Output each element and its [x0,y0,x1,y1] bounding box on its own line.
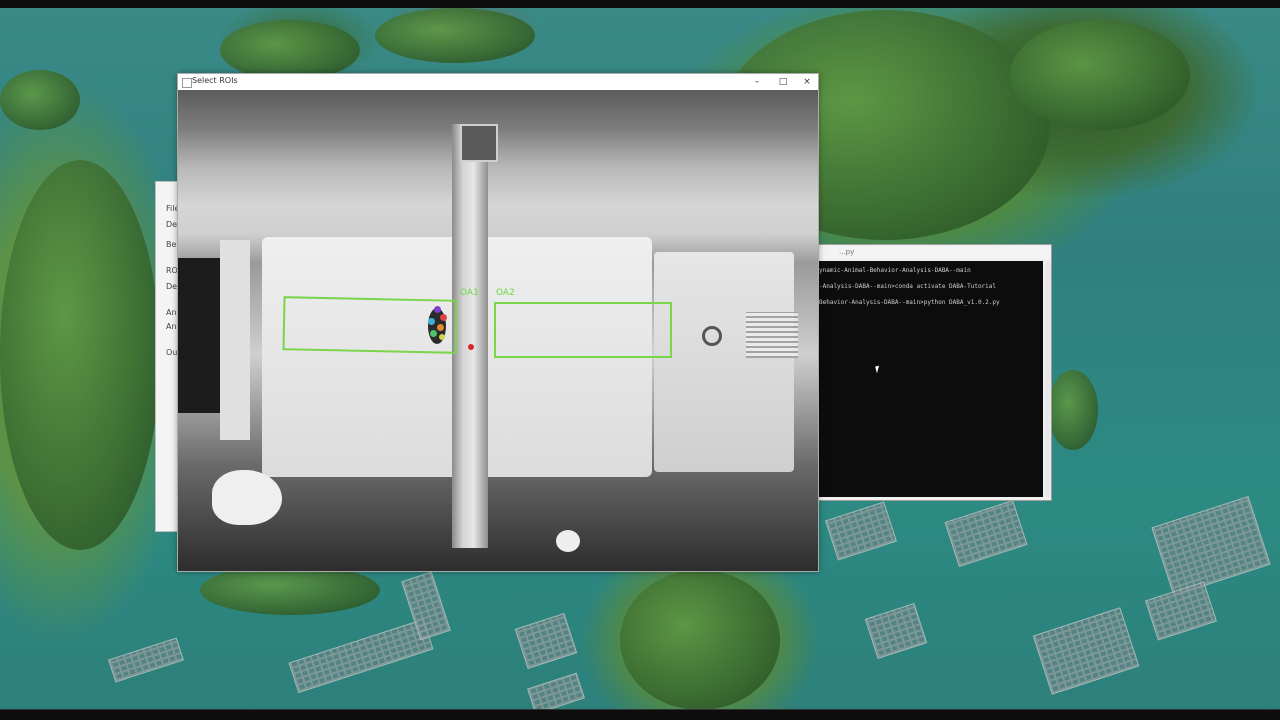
maximize-button[interactable]: □ [770,74,796,90]
terminal-scrollbar[interactable] [1045,261,1051,497]
keypoint-dot [437,324,444,331]
minimize-button[interactable]: – [744,74,770,90]
roi-label-oa2: OA2 [496,288,515,298]
select-rois-window[interactable]: Select ROIs – □ × OA1 OA2 [177,73,819,572]
terminal-window[interactable]: ...py ynamic-Animal-Behavior-Analysis-DA… [808,244,1052,501]
fish-farm [1032,607,1140,695]
wallpaper-island [375,8,535,63]
wallpaper-island [1048,370,1098,450]
fish-farm [944,500,1028,567]
wallpaper-island [1010,20,1190,130]
close-button[interactable]: × [794,74,820,90]
window-title: Select ROIs [192,76,238,85]
terminal-line: ynamic-Animal-Behavior-Analysis-DABA--ma… [819,267,971,274]
tracking-point [468,344,474,350]
fish-farm [1145,581,1217,641]
fish-farm [825,501,897,561]
bg-field[interactable]: De [166,282,177,291]
fish-farm [1151,496,1271,596]
fish-farm [108,637,184,683]
camera-device [178,258,220,413]
center-corridor [452,124,488,548]
right-equipment [654,252,794,472]
white-object [212,470,282,525]
keypoint-dot [434,306,441,313]
top-black-strip [0,0,1280,8]
terminal-line: Behavior-Analysis-DABA--main>python DABA… [819,299,1000,306]
roi-box-oa2[interactable] [494,302,672,358]
wallpaper-island [620,570,780,710]
terminal-line: -Analysis-DABA--main>conda activate DABA… [819,283,997,290]
ring-object [702,326,722,346]
keypoint-dot [440,314,447,321]
roi-titlebar[interactable]: Select ROIs – □ × [178,74,818,90]
camera-frame[interactable]: OA1 OA2 [178,90,818,571]
wallpaper-island [0,70,80,130]
fish-farm [288,618,434,694]
keypoint-dot [430,330,437,337]
side-panel [220,240,250,440]
corridor-top-block [460,124,498,162]
fish-farm [864,602,928,660]
fish-farm [514,612,578,670]
wallpaper-island [0,160,160,550]
cup-object [556,530,580,552]
terminal-output[interactable]: ynamic-Animal-Behavior-Analysis-DABA--ma… [815,261,1043,497]
wallpaper-island [220,20,360,80]
keypoint-dot [428,318,435,325]
taskbar-strip [0,709,1280,720]
keypoint-dot [439,334,445,340]
bg-label: De [166,220,178,229]
roi-label-oa1: OA1 [460,288,479,298]
wallpaper-island [200,565,380,615]
terminal-titlebar[interactable]: ...py [809,245,1051,259]
grid-object [746,312,798,358]
app-icon [182,78,192,88]
bg-label: Be [166,240,177,249]
